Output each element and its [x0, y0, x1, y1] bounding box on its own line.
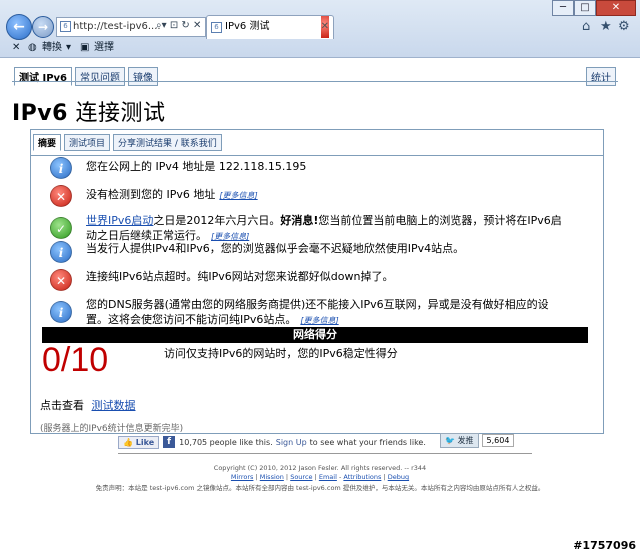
signup-text: to see what your friends like. [309, 437, 426, 447]
footer-link-mission[interactable]: Mission [260, 473, 284, 481]
footer-link-attributions[interactable]: Attributions [343, 473, 381, 481]
convert-icon: ◍ [28, 42, 37, 53]
tweet-widget: 🐦 发推 5,604 [440, 433, 515, 448]
window-controls: ─ □ ✕ [552, 0, 636, 16]
twitter-bird-icon: 🐦 [445, 436, 455, 445]
back-button[interactable]: ← [6, 14, 32, 40]
more-info-link[interactable]: [更多信息] [300, 316, 338, 325]
more-info-link[interactable]: [更多信息] [219, 191, 257, 200]
facebook-like-button[interactable]: 👍 Like [118, 435, 160, 449]
result-text: 您在公网上的 IPv4 地址是 122.118.15.195 [86, 160, 307, 173]
score-header: 网络得分 [42, 327, 588, 343]
error-icon: ✕ [50, 185, 72, 207]
divider [12, 81, 618, 82]
result-row: ✕ 没有检测到您的 IPv6 地址 [更多信息] [50, 185, 566, 207]
footer-divider [118, 453, 532, 454]
browser-tab[interactable]: 6 IPv6 测试 ✕ [206, 15, 334, 39]
sub-tabs: 摘要 测试项目 分享测试结果 / 联系我们 [33, 134, 222, 151]
footer-link-mirrors[interactable]: Mirrors [231, 473, 254, 481]
thumbs-up-icon: 👍 [123, 437, 133, 447]
tab-test-ipv6[interactable]: 测试 IPv6 [14, 67, 73, 86]
info-icon: i [50, 301, 72, 323]
close-window-button[interactable]: ✕ [596, 0, 636, 16]
world-ipv6-launch-link[interactable]: 世界IPv6启动 [86, 214, 153, 227]
tab-test-items[interactable]: 测试项目 [64, 134, 111, 151]
footer-links: Mirrors | Mission | Source | Email - Att… [230, 473, 410, 481]
page-title-rest: 连接测试 [67, 101, 166, 126]
dropdown-icon[interactable]: ▾ [66, 39, 71, 57]
info-icon: i [50, 241, 72, 263]
select-menu[interactable]: 選擇 [94, 39, 114, 57]
favorites-icon[interactable]: ★ [600, 19, 612, 34]
more-info-link[interactable]: [更多信息] [211, 232, 249, 241]
forward-button[interactable]: → [32, 16, 54, 38]
result-row: ✓ 世界IPv6启动之日是2012年六月六日。好消息!您当前位置当前电脑上的浏览… [50, 213, 566, 244]
page-icon: 6 [60, 21, 71, 32]
tab-summary[interactable]: 摘要 [33, 134, 62, 151]
search-icon[interactable]: ⌕▾ [156, 20, 167, 31]
top-tabs: 测试 IPv6 常见问题 镜像 [14, 67, 159, 86]
facebook-icon: f [163, 436, 176, 448]
test-data-link[interactable]: 测试数据 [92, 399, 136, 412]
score-description: 访问仅支持IPv6的网站时，您的IPv6稳定性得分 [164, 347, 398, 360]
tab-faq[interactable]: 常见问题 [75, 67, 126, 86]
tab-close-icon[interactable]: ✕ [320, 16, 329, 38]
tab-title: IPv6 测试 [225, 21, 270, 32]
close-bar-icon[interactable]: ✕ [12, 39, 20, 57]
tab-mirrors[interactable]: 镜像 [128, 67, 159, 86]
refresh-icon[interactable]: ↻ [181, 20, 189, 31]
stop-icon[interactable]: ✕ [193, 20, 201, 31]
result-row: i 当发行人提供IPv4和IPv6，您的浏览器似乎会毫不迟疑地欣然使用IPv4站… [50, 241, 566, 263]
page-title-main: IPv6 [12, 101, 68, 126]
result-text: 世界IPv6启动之日是2012年六月六日。好消息!您当前位置当前电脑上的浏览器，… [86, 214, 562, 242]
check-label: 点击查看 [40, 399, 84, 412]
footer-copyright: Copyright (C) 2010, 2012 Jason Fesler. A… [213, 464, 427, 472]
compat-icon[interactable]: ⊡ [170, 20, 178, 31]
page-content: 测试 IPv6 常见问题 镜像 统计 IPv6 连接测试 摘要 测试项目 分享测… [0, 59, 640, 554]
tab-share-contact[interactable]: 分享测试结果 / 联系我们 [113, 134, 222, 151]
result-row: i 您在公网上的 IPv4 地址是 122.118.15.195 [50, 157, 566, 179]
info-icon: i [50, 157, 72, 179]
footer-disclaimer: 免责声明：本站是 test-ipv6.com 之镜像站点。本站所有全部内容由 t… [95, 484, 545, 492]
result-text: 您的DNS服务器(通常由您的网络服务商提供)还不能接入IPv6互联网，异或是没有… [86, 298, 549, 326]
check-icon: ✓ [50, 217, 72, 239]
result-text: 没有检测到您的 IPv6 地址 [更多信息] [86, 188, 258, 201]
page-title: IPv6 连接测试 [12, 95, 165, 127]
home-icon[interactable]: ⌂ [582, 19, 590, 34]
like-count-text: 10,705 people like this. [179, 437, 273, 447]
address-url: http://test-ipv6.... [73, 21, 161, 32]
footer-link-debug[interactable]: Debug [388, 473, 409, 481]
watermark: #1757096 [573, 539, 636, 552]
result-text: 连接纯IPv6站点超时。纯IPv6网站对您来说都好似down掉了。 [86, 270, 394, 283]
error-icon: ✕ [50, 269, 72, 291]
footer-link-source[interactable]: Source [290, 473, 312, 481]
result-row: ✕ 连接纯IPv6站点超时。纯IPv6网站对您来说都好似down掉了。 [50, 269, 566, 291]
browser-chrome: ─ □ ✕ ← → 6 http://test-ipv6.... ⌕▾ ⊡ ↻ … [0, 0, 640, 58]
address-buttons: ⌕▾ ⊡ ↻ ✕ [156, 17, 201, 35]
command-bar: ✕ ◍ 轉換 ▾ ▣ 選擇 [0, 39, 640, 58]
result-text: 当发行人提供IPv4和IPv6，您的浏览器似乎会毫不迟疑地欣然使用IPv4站点。 [86, 242, 465, 255]
stats-button[interactable]: 统计 [586, 67, 616, 86]
signup-link[interactable]: Sign Up [276, 438, 307, 447]
settings-gear-icon[interactable]: ⚙ [618, 19, 630, 34]
tweet-button[interactable]: 🐦 发推 [440, 433, 479, 448]
convert-menu[interactable]: 轉換 [42, 39, 62, 57]
maximize-button[interactable]: □ [574, 0, 596, 16]
test-data-line: 点击查看 测试数据 [40, 397, 136, 413]
footer-link-email[interactable]: Email [319, 473, 337, 481]
result-row: i 您的DNS服务器(通常由您的网络服务商提供)还不能接入IPv6互联网，异或是… [50, 297, 566, 328]
score-value: 0/10 [42, 341, 109, 379]
minimize-button[interactable]: ─ [552, 0, 574, 16]
subtab-divider [31, 155, 603, 156]
select-icon: ▣ [80, 42, 90, 53]
tweet-count: 5,604 [481, 434, 515, 447]
tab-page-icon: 6 [211, 22, 222, 33]
